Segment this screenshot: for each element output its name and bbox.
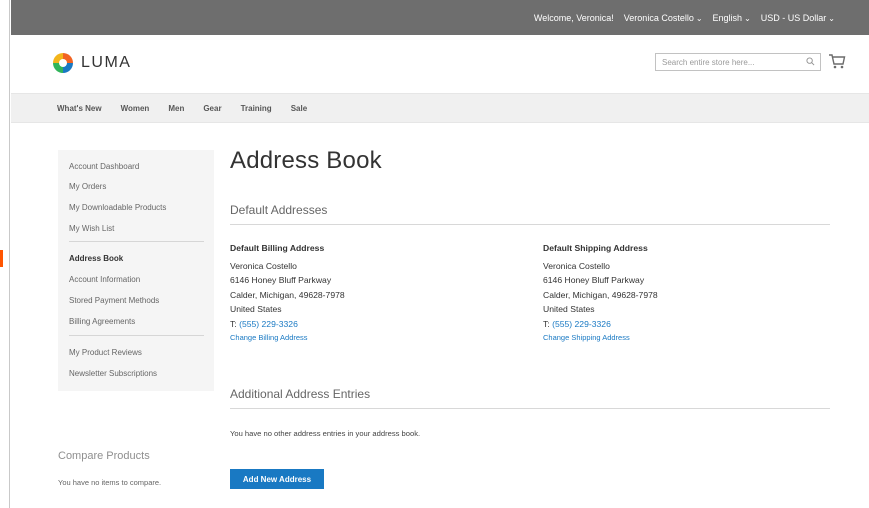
sidebar-item-my-downloadable-products[interactable]: My Downloadable Products (69, 203, 166, 212)
language-switcher[interactable]: English ⌄ (713, 13, 751, 23)
default-addresses-title: Default Addresses (230, 203, 328, 217)
shipping-street: 6146 Honey Bluff Parkway (543, 275, 645, 285)
sidebar-item-newsletter-subscriptions[interactable]: Newsletter Subscriptions (69, 369, 157, 378)
sidebar-item-stored-payment-methods[interactable]: Stored Payment Methods (69, 296, 159, 305)
change-shipping-address-link[interactable]: Change Shipping Address (543, 331, 658, 346)
chevron-down-icon: ⌄ (744, 13, 751, 23)
sidebar-item-my-product-reviews[interactable]: My Product Reviews (69, 348, 142, 357)
search-placeholder: Search entire store here... (662, 58, 755, 67)
current-item-marker (0, 250, 3, 267)
welcome-text: Welcome, Veronica! (533, 13, 614, 23)
page-title: Address Book (230, 147, 382, 174)
shipping-phone-link[interactable]: (555) 229-3326 (552, 319, 611, 329)
sidebar-item-my-wish-list[interactable]: My Wish List (69, 224, 114, 233)
sidebar-item-address-book: Address Book (69, 254, 124, 263)
top-bar-links: Welcome, Veronica! Veronica Costello ⌄ En… (534, 13, 835, 23)
top-bar: Welcome, Veronica! Veronica Costello ⌄ En… (11, 0, 869, 35)
sidebar-item-account-dashboard[interactable]: Account Dashboard (69, 162, 139, 171)
nav-item-whats-new[interactable]: What's New (57, 104, 102, 113)
billing-country: United States (230, 304, 282, 314)
currency-switcher[interactable]: USD - US Dollar ⌄ (761, 13, 835, 23)
nav-item-training[interactable]: Training (241, 104, 272, 113)
section-divider (230, 408, 830, 409)
account-switcher[interactable]: Veronica Costello ⌄ (624, 13, 703, 23)
no-other-addresses-message: You have no other address entries in you… (230, 429, 421, 438)
shipping-country: United States (543, 304, 595, 314)
section-divider (230, 224, 830, 225)
shipping-name: Veronica Costello (543, 260, 610, 271)
chevron-down-icon: ⌄ (695, 13, 703, 23)
nav-item-sale[interactable]: Sale (291, 104, 307, 113)
sidebar-item-my-orders[interactable]: My Orders (69, 182, 106, 191)
additional-addresses-title: Additional Address Entries (230, 387, 371, 401)
search-icon[interactable] (806, 57, 815, 66)
compare-empty-message: You have no items to compare. (58, 478, 162, 487)
logo[interactable]: LUMA (53, 53, 131, 73)
change-billing-address-link[interactable]: Change Billing Address (230, 331, 345, 346)
billing-address-heading: Default Billing Address (230, 243, 325, 253)
sidebar-divider (69, 241, 204, 242)
account-sidebar: Account Dashboard My Orders My Downloada… (58, 150, 214, 391)
shipping-phone: T: (555) 229-3326 (543, 318, 611, 329)
chevron-down-icon: ⌄ (828, 13, 835, 23)
sidebar-item-billing-agreements[interactable]: Billing Agreements (69, 317, 135, 326)
nav-item-women[interactable]: Women (121, 104, 150, 113)
luma-logo-icon (53, 53, 73, 73)
add-new-address-button[interactable]: Add New Address (230, 469, 324, 489)
billing-phone-link[interactable]: (555) 229-3326 (239, 319, 298, 329)
default-billing-address: Default Billing Address Veronica Costell… (230, 241, 345, 346)
billing-phone: T: (555) 229-3326 (230, 318, 298, 329)
sidebar-divider (69, 335, 204, 336)
shipping-address-heading: Default Shipping Address (543, 243, 648, 253)
nav-item-gear[interactable]: Gear (203, 104, 221, 113)
billing-city-line: Calder, Michigan, 49628-7978 (230, 289, 345, 300)
compare-products-title: Compare Products (58, 450, 150, 462)
search-input[interactable]: Search entire store here... (655, 53, 821, 71)
billing-street: 6146 Honey Bluff Parkway (230, 275, 332, 285)
header: LUMA Search entire store here... (11, 35, 869, 93)
default-shipping-address: Default Shipping Address Veronica Costel… (543, 241, 658, 346)
shipping-city-line: Calder, Michigan, 49628-7978 (543, 289, 658, 300)
logo-text: LUMA (81, 54, 132, 71)
billing-name: Veronica Costello (230, 260, 297, 271)
cart-icon[interactable] (828, 52, 846, 70)
nav-item-men[interactable]: Men (168, 104, 184, 113)
main-navigation: What's New Women Men Gear Training Sale (11, 93, 869, 123)
sidebar-item-account-information[interactable]: Account Information (69, 275, 140, 284)
